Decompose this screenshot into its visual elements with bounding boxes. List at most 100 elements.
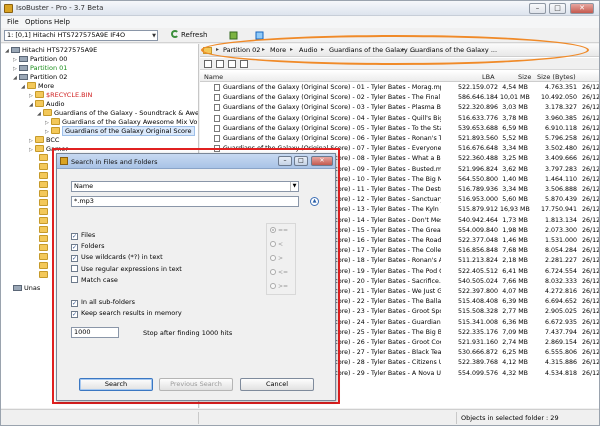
tree-item[interactable]: ◢ Partition 02 [13, 73, 67, 82]
file-lba: 516.953.000 [457, 196, 498, 204]
field-select[interactable]: Name ▼ [71, 181, 299, 192]
tree-item[interactable]: ◢ Audio [29, 100, 64, 109]
tree-item-unassigned[interactable]: Unas [13, 284, 40, 293]
previous-search-button[interactable]: Previous Search [159, 378, 233, 391]
file-size-bytes: 10.492.050 [540, 94, 577, 102]
column-size-bytes[interactable]: Size (Bytes) [537, 73, 576, 81]
file-row[interactable]: Guardians of the Galaxy (Original Score)… [200, 134, 599, 143]
menu-file[interactable]: File [7, 18, 19, 26]
dialog-close-button[interactable]: ✕ [311, 156, 333, 166]
file-name: Guardians of the Galaxy (Original Score)… [223, 104, 441, 112]
column-lba[interactable]: LBA [482, 73, 495, 81]
breadcrumb-partition[interactable]: Partition 02 [223, 46, 260, 54]
tree-item-stub[interactable] [39, 244, 50, 253]
tree-item-stub[interactable] [39, 199, 50, 208]
operator-radio[interactable]: <= [270, 269, 288, 277]
radio-icon[interactable] [270, 241, 276, 247]
option-checkbox[interactable]: ✓ In all sub-folders [71, 298, 135, 307]
tree-item-stub[interactable] [39, 208, 50, 217]
cancel-button[interactable]: Cancel [240, 378, 314, 391]
tree-item-stub[interactable] [39, 154, 50, 163]
file-lba: 586.646.184 [457, 94, 498, 102]
chevron-up-icon[interactable]: ▲ [310, 197, 319, 206]
option-checkbox[interactable]: Match case [71, 276, 118, 284]
image-file-icon[interactable] [255, 31, 264, 40]
file-lba: 522.320.896 [457, 104, 498, 112]
breadcrumb-audio[interactable]: Audio [299, 46, 317, 54]
checkmark-icon[interactable]: ✓ [71, 233, 78, 240]
details-view-icon[interactable] [228, 60, 236, 68]
file-size: 2,18 MB [502, 257, 528, 265]
file-row[interactable]: Guardians of the Galaxy (Original Score)… [200, 103, 599, 112]
dialog-minimize-button[interactable]: – [278, 156, 292, 166]
operator-radio[interactable]: > [270, 255, 283, 263]
close-button[interactable]: ✕ [570, 3, 594, 14]
column-name[interactable]: Name [204, 73, 223, 81]
tree-item-stub[interactable] [39, 181, 50, 190]
tree-item-stub[interactable] [39, 190, 50, 199]
tree-item-stub[interactable] [39, 271, 50, 280]
checkmark-icon[interactable]: ✓ [71, 300, 78, 307]
drive-select[interactable]: 1: [0,1] Hitachi HTS727575A9E IF4O ▼ [4, 30, 158, 41]
checkmark-icon[interactable]: ✓ [71, 255, 78, 262]
radio-icon[interactable] [270, 269, 276, 275]
file-date: 26/12 [582, 257, 599, 265]
radio-icon[interactable] [270, 227, 276, 233]
checkbox-empty-icon[interactable] [71, 276, 78, 283]
list-view-icon[interactable] [216, 60, 224, 68]
tree-item-stub[interactable] [39, 163, 50, 172]
minimize-button[interactable]: – [529, 3, 546, 14]
option-checkbox[interactable]: ✓ Files [71, 231, 95, 240]
checkmark-icon[interactable]: ✓ [71, 244, 78, 251]
tree-item-stub[interactable] [39, 226, 50, 235]
dialog-maximize-button[interactable]: □ [294, 156, 308, 166]
file-row[interactable]: Guardians of the Galaxy (Original Score)… [200, 124, 599, 133]
file-size: 7,68 MB [502, 247, 528, 255]
tree-item-stub[interactable] [39, 262, 50, 271]
tree-item[interactable]: ▷ Guardians of the Galaxy Original Score [45, 126, 195, 136]
tree-item[interactable]: ▷ Partition 00 [13, 55, 67, 64]
file-row[interactable]: Guardians of the Galaxy (Original Score)… [200, 83, 599, 92]
thumbnail-view-icon[interactable] [240, 60, 248, 68]
operator-radio[interactable]: >= [270, 283, 288, 291]
max-hits-label: Stop after finding 1000 hits [143, 329, 233, 337]
checkbox-empty-icon[interactable] [71, 265, 78, 272]
option-checkbox[interactable]: ✓ Folders [71, 242, 104, 251]
menu-options[interactable]: Options [25, 18, 52, 26]
radio-icon[interactable] [270, 255, 276, 261]
tree-item[interactable]: ◢ More [21, 82, 54, 91]
option-checkbox[interactable]: Use regular expressions in text [71, 265, 182, 273]
tree-item-label: Partition 02 [30, 73, 68, 81]
tree-item-stub[interactable] [39, 235, 50, 244]
tree-item-stub[interactable] [39, 217, 50, 226]
tree-item[interactable]: ◢ Guardians of the Galaxy - Soundtrack & … [37, 109, 198, 118]
tree-item[interactable]: ▷ $RECYCLE.BIN [29, 91, 92, 100]
breadcrumb-more[interactable]: More [270, 46, 286, 54]
tree-item-stub[interactable] [39, 172, 50, 181]
extract-icon[interactable] [229, 31, 238, 40]
option-checkbox[interactable]: ✓ Use wildcards (*?) in text [71, 253, 163, 262]
folder-icon [39, 154, 48, 161]
tree-item[interactable]: ▷ BCC [29, 136, 59, 145]
file-row[interactable]: Guardians of the Galaxy (Original Score)… [200, 114, 599, 123]
drive-icon [19, 74, 28, 80]
maximize-button[interactable]: □ [549, 3, 566, 14]
operator-radio[interactable]: == [270, 227, 288, 235]
menu-help[interactable]: Help [54, 18, 70, 26]
refresh-button[interactable]: Refresh [171, 30, 207, 39]
breadcrumb-original-score[interactable]: Guardians of the Galaxy ... [410, 46, 497, 54]
radio-icon[interactable] [270, 283, 276, 289]
tree-item[interactable]: ▷ Partition 01 [13, 64, 67, 73]
operator-label: == [278, 227, 289, 234]
search-pattern-input[interactable]: *.mp3 [71, 196, 299, 207]
max-hits-input[interactable]: 1000 [71, 327, 119, 338]
search-button[interactable]: Search [79, 378, 153, 391]
large-icons-view-icon[interactable] [204, 60, 212, 68]
option-checkbox[interactable]: ✓ Keep search results in memory [71, 309, 182, 318]
column-size[interactable]: Size [518, 73, 531, 81]
checkmark-icon[interactable]: ✓ [71, 311, 78, 318]
tree-item[interactable]: ◢ Hitachi HTS727575A9E [5, 46, 97, 55]
operator-radio[interactable]: < [270, 241, 283, 249]
file-row[interactable]: Guardians of the Galaxy (Original Score)… [200, 93, 599, 102]
tree-item-stub[interactable] [39, 253, 50, 262]
